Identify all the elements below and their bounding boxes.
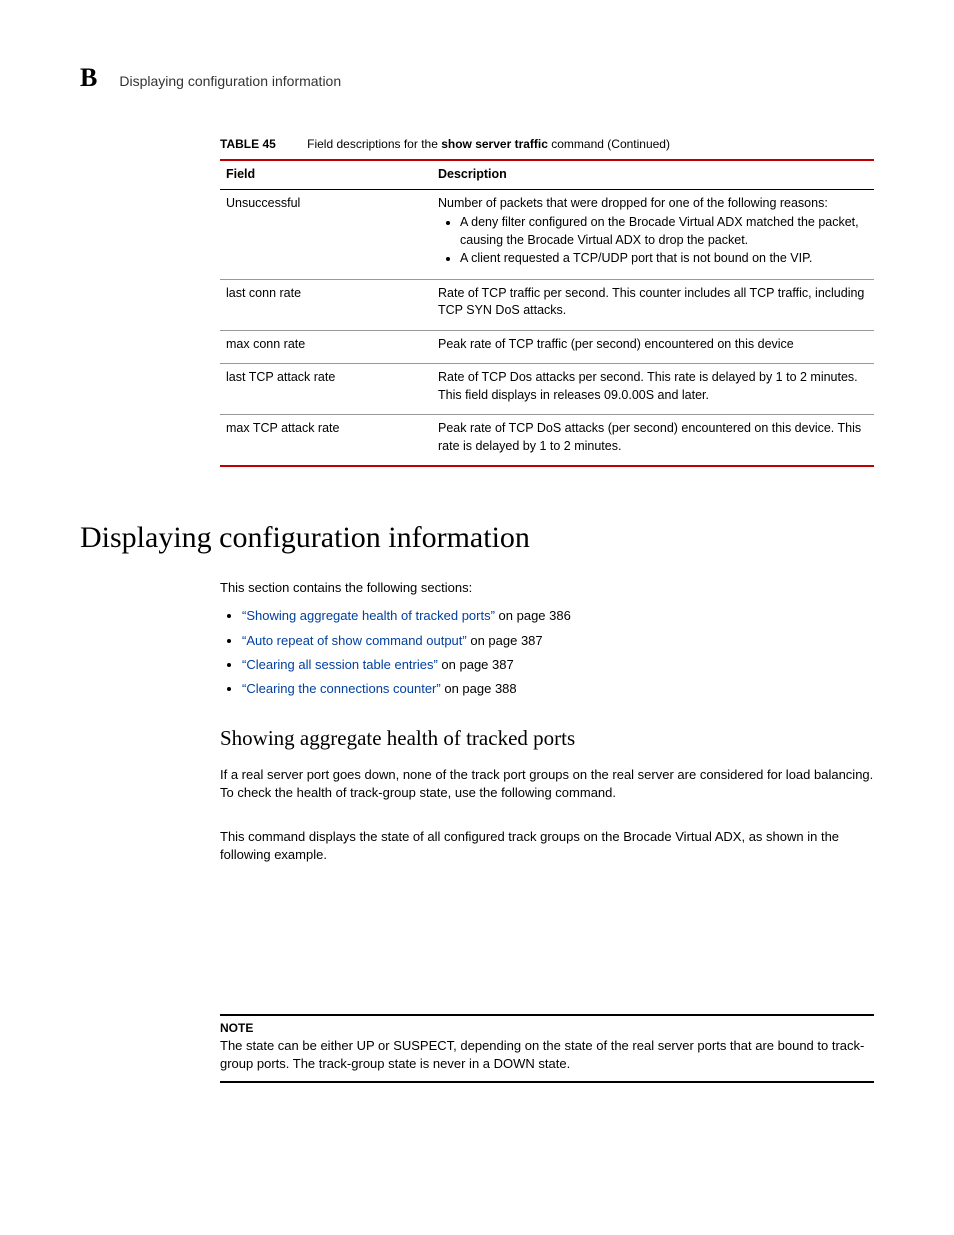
- cell-field: last conn rate: [220, 279, 432, 330]
- section-body: This section contains the following sect…: [220, 579, 874, 1083]
- body-paragraph: This command displays the state of all c…: [220, 828, 874, 864]
- xref-list: “Showing aggregate health of tracked por…: [220, 607, 874, 698]
- subsection-heading: Showing aggregate health of tracked port…: [220, 724, 874, 753]
- caption-post: command (Continued): [548, 137, 670, 151]
- body-paragraph: If a real server port goes down, none of…: [220, 766, 874, 802]
- caption-bold: show server traffic: [441, 137, 548, 151]
- section-heading: Displaying configuration information: [80, 517, 874, 559]
- xref-link[interactable]: “Clearing the connections counter”: [242, 681, 441, 696]
- xref-suffix: on page 387: [467, 633, 543, 648]
- cell-desc: Rate of TCP traffic per second. This cou…: [432, 279, 874, 330]
- table-number: TABLE 45: [220, 137, 276, 151]
- note-text: The state can be either UP or SUSPECT, d…: [220, 1037, 874, 1073]
- caption-pre: Field descriptions for the: [307, 137, 441, 151]
- page-header: B Displaying configuration information: [80, 60, 874, 96]
- field-table: Field Description Unsuccessful Number of…: [220, 159, 874, 467]
- cell-desc: Number of packets that were dropped for …: [432, 189, 874, 279]
- table-row: max conn rate Peak rate of TCP traffic (…: [220, 330, 874, 364]
- header-title: Displaying configuration information: [119, 72, 341, 92]
- list-item: “Showing aggregate health of tracked por…: [242, 607, 874, 625]
- list-item: “Auto repeat of show command output” on …: [242, 632, 874, 650]
- col-description: Description: [432, 160, 874, 189]
- cell-desc: Peak rate of TCP DoS attacks (per second…: [432, 415, 874, 467]
- col-field: Field: [220, 160, 432, 189]
- xref-link[interactable]: “Showing aggregate health of tracked por…: [242, 608, 495, 623]
- xref-suffix: on page 388: [441, 681, 517, 696]
- cell-desc: Rate of TCP Dos attacks per second. This…: [432, 364, 874, 415]
- cell-field: last TCP attack rate: [220, 364, 432, 415]
- section-intro: This section contains the following sect…: [220, 579, 874, 597]
- desc-list: A deny filter configured on the Brocade …: [438, 214, 868, 268]
- xref-link[interactable]: “Clearing all session table entries”: [242, 657, 438, 672]
- note-block: NOTE The state can be either UP or SUSPE…: [220, 1014, 874, 1083]
- table-block: TABLE 45 Field descriptions for the show…: [220, 136, 874, 467]
- note-label: NOTE: [220, 1020, 874, 1037]
- table-row: Unsuccessful Number of packets that were…: [220, 189, 874, 279]
- cell-field: max TCP attack rate: [220, 415, 432, 467]
- list-item: “Clearing all session table entries” on …: [242, 656, 874, 674]
- desc-item: A deny filter configured on the Brocade …: [460, 214, 868, 249]
- cell-desc: Peak rate of TCP traffic (per second) en…: [432, 330, 874, 364]
- appendix-letter: B: [80, 60, 97, 96]
- list-item: “Clearing the connections counter” on pa…: [242, 680, 874, 698]
- table-caption: TABLE 45 Field descriptions for the show…: [220, 136, 874, 153]
- xref-suffix: on page 386: [495, 608, 571, 623]
- table-row: max TCP attack rate Peak rate of TCP DoS…: [220, 415, 874, 467]
- desc-item: A client requested a TCP/UDP port that i…: [460, 250, 868, 268]
- table-row: last conn rate Rate of TCP traffic per s…: [220, 279, 874, 330]
- table-row: last TCP attack rate Rate of TCP Dos att…: [220, 364, 874, 415]
- desc-intro: Number of packets that were dropped for …: [438, 196, 828, 210]
- xref-suffix: on page 387: [438, 657, 514, 672]
- cell-field: max conn rate: [220, 330, 432, 364]
- cell-field: Unsuccessful: [220, 189, 432, 279]
- xref-link[interactable]: “Auto repeat of show command output”: [242, 633, 467, 648]
